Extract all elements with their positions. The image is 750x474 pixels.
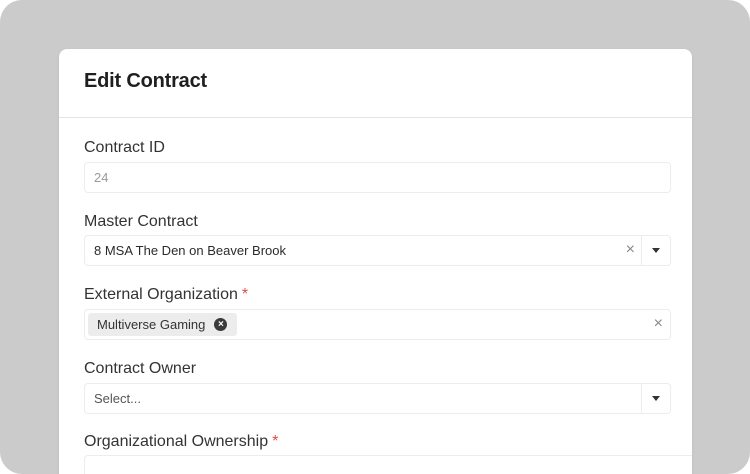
close-icon[interactable]: ×	[654, 316, 663, 332]
contract-owner-select[interactable]: Select...	[84, 383, 671, 414]
contract-id-field: 24	[84, 162, 671, 193]
external-organization-multiselect[interactable]: Multiverse Gaming × ×	[84, 309, 671, 340]
selected-tag: Multiverse Gaming ×	[88, 313, 238, 336]
chevron-down-icon	[652, 396, 660, 401]
chevron-down-icon	[652, 248, 660, 253]
required-marker: *	[272, 433, 279, 450]
modal-header: Edit Contract	[59, 49, 692, 118]
master-contract-label: Master Contract	[84, 213, 198, 230]
selected-tag-label: Multiverse Gaming	[97, 317, 206, 332]
contract-owner-dropdown-button[interactable]	[641, 384, 670, 413]
master-contract-value: 8 MSA The Den on Beaver Brook	[94, 243, 286, 258]
close-icon[interactable]: ×	[626, 242, 635, 258]
modal-title: Edit Contract	[84, 70, 207, 92]
contract-id-label: Contract ID	[84, 139, 165, 156]
modal-backdrop: Edit Contract Contract ID 24 Master Cont…	[0, 0, 750, 474]
remove-circle-icon[interactable]: ×	[214, 318, 228, 331]
contract-owner-placeholder: Select...	[94, 391, 141, 406]
organizational-ownership-label-text: Organizational Ownership	[84, 433, 269, 450]
required-marker: *	[241, 286, 249, 303]
master-contract-select[interactable]: 8 MSA The Den on Beaver Brook ×	[84, 235, 671, 266]
contract-id-value: 24	[94, 170, 109, 185]
external-organization-label: External Organization *	[84, 286, 248, 304]
external-organization-label-text: External Organization	[84, 286, 238, 303]
organizational-ownership-select[interactable]	[84, 455, 692, 474]
edit-contract-modal: Edit Contract Contract ID 24 Master Cont…	[59, 49, 692, 474]
master-contract-dropdown-button[interactable]	[641, 236, 670, 265]
contract-owner-label: Contract Owner	[84, 360, 197, 377]
organizational-ownership-label: Organizational Ownership *	[84, 433, 278, 451]
